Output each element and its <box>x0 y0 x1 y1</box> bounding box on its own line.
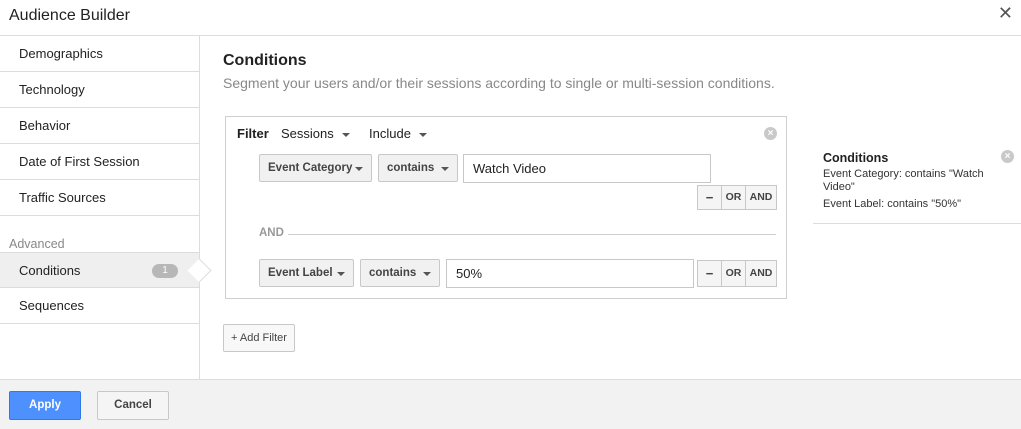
chevron-down-icon <box>441 167 449 171</box>
divider <box>288 234 776 235</box>
sidebar-item-date-of-first-session[interactable]: Date of First Session <box>0 144 199 180</box>
sidebar-item-sequences[interactable]: Sequences <box>0 288 199 324</box>
page-subtitle: Segment your users and/or their sessions… <box>223 75 775 91</box>
sidebar-item-conditions[interactable]: Conditions 1 <box>0 252 212 288</box>
condition-value-input-1[interactable]: Watch Video <box>463 154 711 183</box>
sidebar-heading-advanced: Advanced <box>9 237 65 251</box>
add-filter-button[interactable]: + Add Filter <box>223 324 295 352</box>
and-button-1[interactable]: AND <box>745 185 777 210</box>
filter-scope-value: Sessions <box>281 126 334 141</box>
operator-select-1[interactable]: contains <box>378 154 458 182</box>
sidebar-item-behavior[interactable]: Behavior <box>0 108 199 144</box>
filter-box: Filter Sessions Include × Event Category… <box>225 116 787 299</box>
remove-condition-button-1[interactable]: − <box>697 185 722 210</box>
conditions-panel: Conditions Segment your users and/or the… <box>201 36 812 379</box>
or-button-2[interactable]: OR <box>721 260 746 287</box>
chevron-down-icon <box>418 132 427 137</box>
condition-value-input-2[interactable]: 50% <box>446 259 694 288</box>
chevron-down-icon <box>423 272 431 276</box>
filter-label: Filter <box>237 126 269 141</box>
sidebar-item-technology[interactable]: Technology <box>0 72 199 108</box>
dimension-select-1[interactable]: Event Category <box>259 154 372 182</box>
chevron-down-icon <box>341 132 350 137</box>
chevron-down-icon <box>337 272 345 276</box>
summary-title: Conditions <box>823 151 889 165</box>
summary-condition-2: Event Label: contains "50%" <box>823 198 962 210</box>
dimension-value-2: Event Label <box>268 267 333 279</box>
sidebar-item-label: Conditions <box>19 263 81 278</box>
summary-condition-1-cont: Video" <box>823 181 855 193</box>
filter-mode-dropdown[interactable]: Include <box>369 126 427 141</box>
dialog-title: Audience Builder <box>9 7 130 24</box>
cancel-button[interactable]: Cancel <box>97 391 169 420</box>
footer: Apply Cancel <box>0 379 1021 429</box>
filter-mode-value: Include <box>369 126 411 141</box>
page-title: Conditions <box>223 52 307 69</box>
operator-value-2: contains <box>369 267 417 279</box>
dimension-select-2[interactable]: Event Label <box>259 259 354 287</box>
summary-condition-1: Event Category: contains "Watch <box>823 168 984 180</box>
remove-condition-button-2[interactable]: − <box>697 260 722 287</box>
operator-value-1: contains <box>387 162 435 174</box>
dimension-value-1: Event Category <box>268 162 353 174</box>
sidebar-item-traffic-sources[interactable]: Traffic Sources <box>0 180 199 216</box>
title-bar: Audience Builder ✕ <box>0 0 1021 36</box>
chevron-down-icon <box>355 167 363 171</box>
sidebar-item-demographics[interactable]: Demographics <box>0 36 199 72</box>
operator-select-2[interactable]: contains <box>360 259 440 287</box>
conditions-count-badge: 1 <box>152 264 178 278</box>
remove-summary-icon[interactable]: × <box>1001 150 1014 163</box>
summary-card: Conditions × Event Category: contains "W… <box>813 144 1021 224</box>
or-button-1[interactable]: OR <box>721 185 746 210</box>
summary-panel: Conditions × Event Category: contains "W… <box>813 36 1021 379</box>
apply-button[interactable]: Apply <box>9 391 81 420</box>
close-icon[interactable]: ✕ <box>998 4 1013 22</box>
and-separator-label: AND <box>259 227 284 239</box>
filter-scope-dropdown[interactable]: Sessions <box>281 126 350 141</box>
remove-filter-icon[interactable]: × <box>764 127 777 140</box>
sidebar: Demographics Technology Behavior Date of… <box>0 36 212 379</box>
and-button-2[interactable]: AND <box>745 260 777 287</box>
